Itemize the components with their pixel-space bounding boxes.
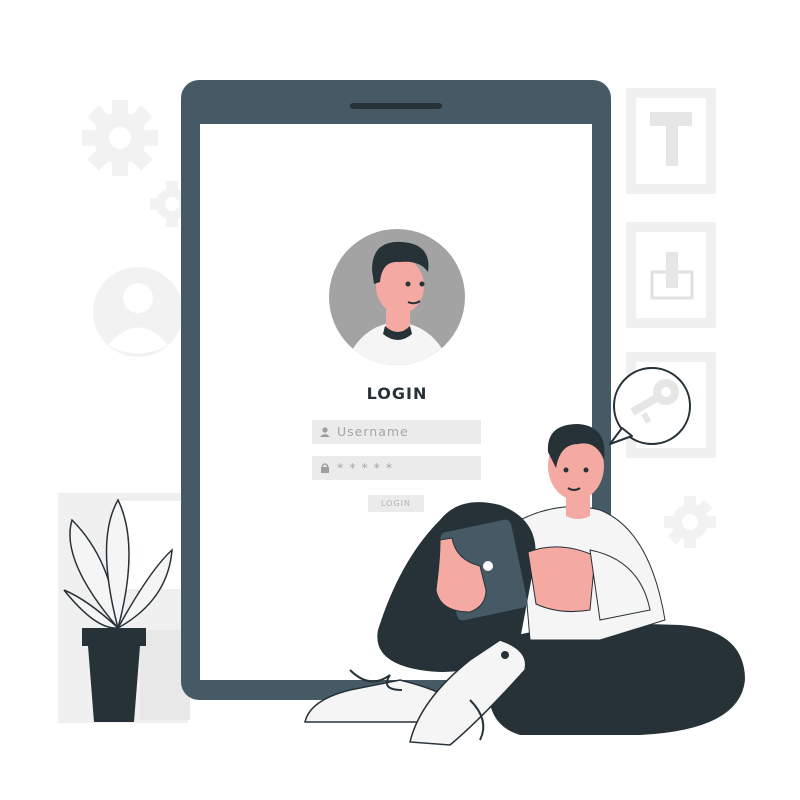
lock-icon	[321, 463, 329, 473]
username-field[interactable]: Username	[312, 420, 481, 444]
login-button[interactable]: LOGIN	[368, 495, 424, 512]
profile-avatar	[329, 229, 465, 365]
login-title: LOGIN	[366, 384, 428, 403]
picture-frame	[626, 222, 716, 328]
user-avatar-icon	[93, 267, 183, 357]
username-placeholder: Username	[337, 424, 409, 439]
gear-icon	[82, 100, 158, 176]
password-field[interactable]: * * * * *	[312, 456, 481, 480]
gear-icon	[664, 496, 716, 548]
illustration-stage: LOGIN Username * * * * * LOGIN	[0, 0, 800, 800]
speech-bubble	[609, 367, 691, 445]
user-icon	[320, 427, 330, 437]
password-placeholder: * * * * *	[337, 460, 394, 475]
picture-frame	[626, 88, 716, 194]
